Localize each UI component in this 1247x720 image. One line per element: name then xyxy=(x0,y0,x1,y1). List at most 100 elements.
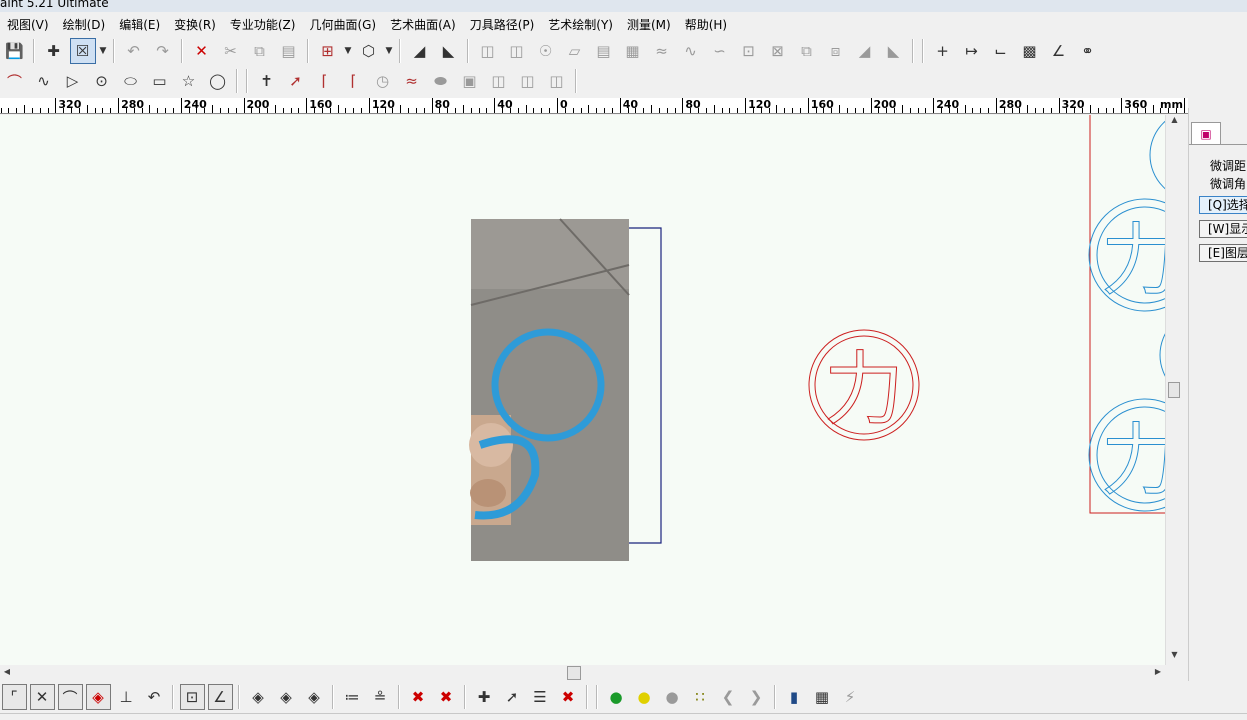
measure-box-icon[interactable]: ▩ xyxy=(1017,38,1043,64)
align-icon[interactable]: ◫ xyxy=(475,38,501,64)
close-icon[interactable]: ✖ xyxy=(556,684,581,710)
dropdown-arrow-icon[interactable]: ▼ xyxy=(342,38,354,64)
transform-a-icon[interactable]: ✚ xyxy=(472,684,497,710)
shield-filled-icon[interactable]: ◣ xyxy=(436,38,462,64)
cursor-delete-icon[interactable]: ✖ xyxy=(434,684,459,710)
undo-icon[interactable]: ↶ xyxy=(121,38,147,64)
shield-dark-icon[interactable]: ◣ xyxy=(881,38,907,64)
group-icon[interactable]: ⧈ xyxy=(823,38,849,64)
snap-arc-icon[interactable]: ⌒ xyxy=(57,684,83,710)
wave-icon[interactable]: ∿ xyxy=(678,38,704,64)
trim-line-icon[interactable]: ✝ xyxy=(254,68,280,94)
scroll-left-icon[interactable]: ◀ xyxy=(0,665,14,679)
snap-grid-icon[interactable]: ⊡ xyxy=(179,684,205,710)
vertical-scroll-thumb[interactable] xyxy=(1168,382,1180,398)
transform-b-icon[interactable]: ➚ xyxy=(500,684,525,710)
crosshair-icon[interactable]: ✚ xyxy=(41,38,67,64)
toolpath-preview[interactable]: 力 力 xyxy=(1088,115,1165,514)
layer-down-icon[interactable]: ≗ xyxy=(368,684,393,710)
circle-icon[interactable]: ◯ xyxy=(205,68,231,94)
circle-center-icon[interactable]: ⊙ xyxy=(89,68,115,94)
drawing-canvas[interactable]: 力 力 力 xyxy=(0,115,1165,665)
star-icon[interactable]: ☆ xyxy=(176,68,202,94)
select-button[interactable]: [Q]选择 xyxy=(1199,196,1247,214)
layer-button[interactable]: [E]图层 xyxy=(1199,244,1247,262)
list-x-icon[interactable]: ☰ xyxy=(528,684,553,710)
menu-transform[interactable]: 变换(R) xyxy=(167,16,223,33)
dropdown-arrow-icon[interactable]: ▼ xyxy=(383,38,395,64)
menu-special[interactable]: 专业功能(Z) xyxy=(223,16,303,33)
corner-round-icon[interactable]: ◷ xyxy=(370,68,396,94)
scroll-up-icon[interactable]: ▲ xyxy=(1166,115,1183,129)
mirror-icon[interactable]: ◫ xyxy=(504,38,530,64)
grid-table-icon[interactable]: ▦ xyxy=(810,684,835,710)
array-icon[interactable]: ▤ xyxy=(591,38,617,64)
book-icon[interactable]: ▮ xyxy=(782,684,807,710)
slot-icon[interactable]: ⬬ xyxy=(428,68,454,94)
snap-tangent-icon[interactable]: ↶ xyxy=(142,684,167,710)
combine-icon[interactable]: ⧉ xyxy=(794,38,820,64)
copy-icon[interactable]: ⧉ xyxy=(247,38,273,64)
cursor-x-icon[interactable]: ✖ xyxy=(406,684,431,710)
curve-edit-icon[interactable]: ≈ xyxy=(649,38,675,64)
ellipse-icon[interactable]: ⬭ xyxy=(118,68,144,94)
menu-measure[interactable]: 测量(M) xyxy=(620,16,678,33)
rotate-icon[interactable]: ☉ xyxy=(533,38,559,64)
diamond-c-icon[interactable]: ◈ xyxy=(302,684,327,710)
rectangle-icon[interactable]: ▭ xyxy=(147,68,173,94)
curve-icon[interactable]: ∿ xyxy=(31,68,57,94)
nodes-a-icon[interactable]: ◫ xyxy=(486,68,512,94)
horizontal-scrollbar[interactable]: ◀ ▶ xyxy=(0,665,1165,681)
menu-help[interactable]: 帮助(H) xyxy=(678,16,734,33)
light-yellow-icon[interactable]: ● xyxy=(632,684,657,710)
horizontal-scroll-thumb[interactable] xyxy=(567,666,581,680)
snap-endpoint-icon[interactable]: ⌜ xyxy=(1,684,27,710)
snap-center-icon[interactable]: ◈ xyxy=(85,684,111,710)
trim-icon[interactable]: ⊠ xyxy=(765,38,791,64)
vertical-scrollbar[interactable]: ▲ ▼ xyxy=(1165,115,1182,665)
shield-outline-icon[interactable]: ◢ xyxy=(852,38,878,64)
fillet-icon[interactable]: ⌈ xyxy=(312,68,338,94)
plug-icon[interactable]: ⚡ xyxy=(838,684,863,710)
reference-photo[interactable] xyxy=(469,218,630,561)
menu-view[interactable]: 视图(V) xyxy=(0,16,56,33)
nodes-c-icon[interactable]: ◫ xyxy=(544,68,570,94)
spline-icon[interactable]: ∽ xyxy=(707,38,733,64)
grid-snap-icon[interactable]: ⊞ xyxy=(315,38,341,64)
offset-icon[interactable]: ≈ xyxy=(399,68,425,94)
menu-art-surface[interactable]: 艺术曲面(A) xyxy=(383,16,463,33)
inset-icon[interactable]: ▣ xyxy=(457,68,483,94)
diamond-a-icon[interactable]: ◈ xyxy=(246,684,271,710)
extend-icon[interactable]: ➚ xyxy=(283,68,309,94)
arrow-forward-icon[interactable]: ❯ xyxy=(744,684,769,710)
scroll-right-icon[interactable]: ▶ xyxy=(1151,665,1165,679)
chamfer-icon[interactable]: ⌈ xyxy=(341,68,367,94)
nodes-b-icon[interactable]: ◫ xyxy=(515,68,541,94)
polyline-icon[interactable]: ▷ xyxy=(60,68,86,94)
stamp-design[interactable]: 力 xyxy=(808,329,920,441)
menu-edit[interactable]: 编辑(E) xyxy=(112,16,167,33)
scroll-down-icon[interactable]: ▼ xyxy=(1166,650,1183,664)
snap-perpendicular-icon[interactable]: ⊥ xyxy=(114,684,139,710)
dimension-icon[interactable]: ↦ xyxy=(959,38,985,64)
arc-measure-icon[interactable]: ⚭ xyxy=(1075,38,1101,64)
matrix-icon[interactable]: ▦ xyxy=(620,38,646,64)
save-icon[interactable]: 💾 xyxy=(2,38,28,64)
select-box-icon[interactable]: ☒ xyxy=(69,38,96,64)
point-icon[interactable]: + xyxy=(930,38,956,64)
layer-up-icon[interactable]: ≔ xyxy=(340,684,365,710)
angle-icon[interactable]: ∠ xyxy=(1046,38,1072,64)
light-gray-icon[interactable]: ● xyxy=(660,684,685,710)
delete-icon[interactable]: ✕ xyxy=(189,38,215,64)
cut-icon[interactable]: ✂ xyxy=(218,38,244,64)
dropdown-arrow-icon[interactable]: ▼ xyxy=(97,38,109,64)
paste-icon[interactable]: ▤ xyxy=(276,38,302,64)
arc-icon[interactable]: ⌒ xyxy=(2,68,28,94)
skew-icon[interactable]: ▱ xyxy=(562,38,588,64)
display-button[interactable]: [W]显示 xyxy=(1199,220,1247,238)
lights-multi-icon[interactable]: ∷ xyxy=(688,684,713,710)
menu-surface[interactable]: 几何曲面(G) xyxy=(302,16,383,33)
redo-icon[interactable]: ↷ xyxy=(150,38,176,64)
shield-icon[interactable]: ◢ xyxy=(407,38,433,64)
view-3d-icon[interactable]: ⬡ xyxy=(356,38,382,64)
